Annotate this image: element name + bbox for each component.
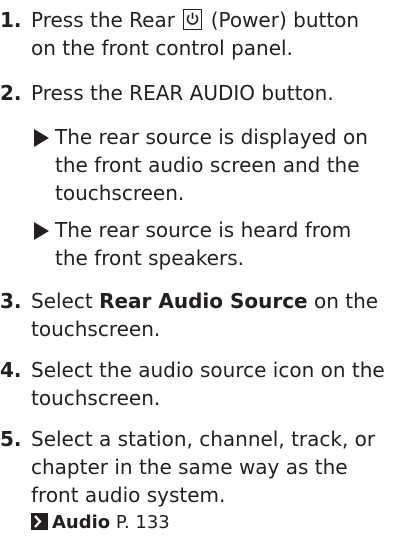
triangle-bullet-icon xyxy=(34,222,49,240)
step-number: 4. xyxy=(0,358,22,382)
step-number: 5. xyxy=(0,427,22,451)
triangle-bullet-icon xyxy=(34,129,49,147)
step-number: 3. xyxy=(0,289,22,313)
step-text: Press the REAR AUDIO button. xyxy=(31,81,334,105)
step-text: Select the audio source icon on the touc… xyxy=(31,358,385,410)
step-text: Select a station, channel, track, or cha… xyxy=(31,425,394,537)
reference-arrow-icon xyxy=(31,513,48,530)
step-text: Press the Rear (Power) button on the fro… xyxy=(31,8,360,60)
step-number: 2. xyxy=(0,81,22,105)
power-icon xyxy=(183,9,203,30)
step-number: 1. xyxy=(0,8,22,32)
step-text: Select Rear Audio Source on the touchscr… xyxy=(31,289,379,341)
